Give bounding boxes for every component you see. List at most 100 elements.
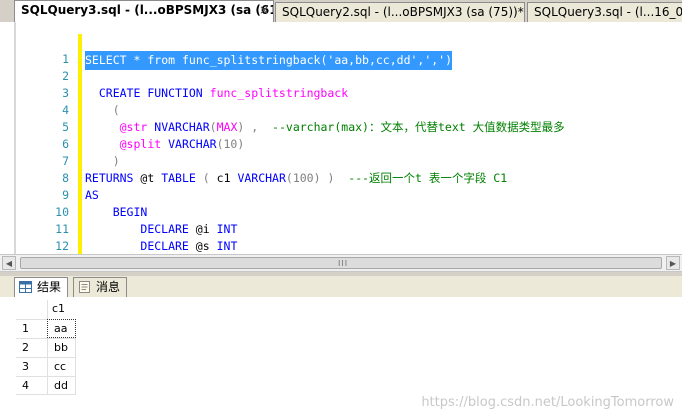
code-token: ('aa,bb,cc,dd',','): [320, 53, 453, 67]
code-line: 13 DECLARE @s INT: [0, 238, 682, 254]
code-line: 10 AS: [0, 187, 682, 219]
paren-token: ): [112, 154, 120, 168]
code-token: from: [147, 53, 176, 67]
change-marker: [78, 136, 82, 153]
paren-token: ): [327, 171, 335, 185]
code-line: 2 SELECT * from func_splitstringback('aa…: [0, 51, 682, 83]
code-text: (: [85, 102, 120, 119]
change-marker: [78, 204, 82, 221]
change-marker: [78, 51, 82, 68]
type-token: NVARCHAR: [154, 120, 210, 134]
code-text: RETURNS @t TABLE ( c1 VARCHAR(100) ) ---…: [85, 170, 507, 187]
type-token: VARCHAR: [168, 137, 217, 151]
code-line: 5 (: [0, 102, 682, 134]
size-token: (10): [216, 137, 245, 151]
message-icon: [79, 281, 90, 293]
document-tab-bar: SQLQuery3.sql - (l...oBPSMJX3 (sa (61))*…: [0, 0, 682, 23]
comment-token: --varchar(max)：文本，代替text 大值数据类型最多: [272, 120, 565, 134]
tab-sqlquery3-active[interactable]: SQLQuery3.sql - (l...oBPSMJX3 (sa (61))*…: [14, 0, 274, 23]
code-text: AS: [85, 187, 99, 204]
tab-sqlquery2[interactable]: SQLQuery2.sql - (l...oBPSMJX3 (sa (75))*: [275, 2, 525, 22]
tab-results[interactable]: 结果: [14, 277, 69, 298]
code-text: BEGIN: [85, 204, 148, 221]
type-token: VARCHAR: [237, 171, 286, 185]
column-token: c1: [216, 171, 231, 185]
tab-label: SQLQuery3.sql - (l...oBPSMJX3 (sa (61))*: [21, 3, 274, 17]
type-token: INT: [216, 239, 238, 253]
code-line: 11 BEGIN: [0, 204, 682, 236]
horizontal-scrollbar[interactable]: ◀ III ▶: [0, 254, 682, 272]
change-marker: [78, 221, 82, 238]
watermark: https://blog.csdn.net/LookingTomorrow: [421, 395, 674, 410]
code-line: 1: [0, 34, 682, 66]
keyword-token: BEGIN: [112, 205, 148, 219]
paren-token: (: [202, 171, 210, 185]
tab-messages-label: 消息: [96, 280, 121, 294]
tab-label: SQLQuery3.sql - (l...16_07: [534, 5, 682, 19]
change-marker: [78, 102, 82, 119]
tab-sqlquery3-other[interactable]: SQLQuery3.sql - (l...16_07: [527, 2, 682, 22]
change-marker: [78, 85, 82, 102]
grid-icon: [19, 281, 32, 293]
code-line: 8 ): [0, 153, 682, 185]
comma-token: ,: [251, 120, 259, 134]
keyword-token: RETURNS: [85, 171, 134, 185]
change-marker: [78, 153, 82, 170]
comment-token: ---返回一个t 表一个字段 C1: [348, 171, 508, 185]
column-header-c1[interactable]: c1: [47, 300, 76, 319]
grid-corner: [16, 300, 47, 319]
keyword-token: AS: [85, 188, 99, 202]
param-token: @str: [119, 120, 148, 134]
param-token: @split: [119, 137, 162, 151]
paren-token: (: [209, 120, 217, 134]
tab-messages[interactable]: 消息: [73, 277, 128, 297]
paren-token: ): [237, 120, 245, 134]
code-text: @str NVARCHAR(MAX) , --varchar(max)：文本，代…: [85, 119, 565, 136]
keyword-token: TABLE: [161, 171, 196, 185]
change-marker: [78, 238, 82, 254]
code-line: 12 DECLARE @i INT: [0, 221, 682, 253]
var-token: @t: [140, 171, 155, 185]
code-token: func_splitstringback: [182, 53, 321, 67]
change-marker: [78, 68, 82, 85]
code-text: CREATE FUNCTION func_splitstringback: [85, 85, 348, 102]
change-marker: [78, 34, 82, 51]
var-token: @s: [195, 239, 210, 253]
change-marker: [78, 187, 82, 204]
code-lines: 1 2 SELECT * from func_splitstringback('…: [0, 34, 682, 254]
table-cell[interactable]: bb: [47, 338, 76, 357]
keyword-token: DECLARE: [140, 222, 189, 236]
scroll-thumb[interactable]: III: [20, 257, 662, 269]
table-cell[interactable]: dd: [47, 376, 76, 395]
table-cell[interactable]: aa: [47, 319, 76, 338]
row-number[interactable]: 2: [16, 338, 47, 357]
row-number[interactable]: 3: [16, 357, 47, 376]
tab-label: SQLQuery2.sql - (l...oBPSMJX3 (sa (75))*: [282, 5, 524, 19]
change-marker: [78, 170, 82, 187]
query-editor[interactable]: 1 2 SELECT * from func_splitstringback('…: [0, 22, 682, 254]
close-tab-icon[interactable]: ×: [259, 1, 269, 20]
change-marker: [78, 119, 82, 136]
results-tab-bar: 结果 消息: [0, 276, 682, 298]
scroll-right-arrow-icon[interactable]: ▶: [666, 256, 680, 270]
code-token: SELECT: [85, 53, 127, 67]
size-token: (100): [285, 171, 321, 185]
table-cell[interactable]: cc: [47, 357, 76, 376]
tab-results-label: 结果: [37, 280, 62, 294]
code-line: 4 CREATE FUNCTION func_splitstringback: [0, 85, 682, 117]
code-text: @split VARCHAR(10): [85, 136, 245, 153]
scroll-grip-icon: III: [338, 259, 349, 268]
code-token: *: [133, 53, 141, 67]
code-line: 7 @split VARCHAR(10): [0, 136, 682, 168]
code-line: 6 @str NVARCHAR(MAX) , --varchar(max)：文本…: [0, 119, 682, 151]
keyword-token: DECLARE: [140, 239, 189, 253]
var-token: @i: [195, 222, 210, 236]
scroll-left-arrow-icon[interactable]: ◀: [2, 256, 16, 270]
code-text: ): [85, 153, 120, 170]
max-token: MAX: [216, 120, 238, 134]
code-text: DECLARE @s INT: [85, 238, 237, 254]
type-token: INT: [216, 222, 238, 236]
row-number[interactable]: 4: [16, 376, 47, 395]
row-number[interactable]: 1: [16, 319, 47, 338]
code-text: DECLARE @i INT: [85, 221, 237, 238]
